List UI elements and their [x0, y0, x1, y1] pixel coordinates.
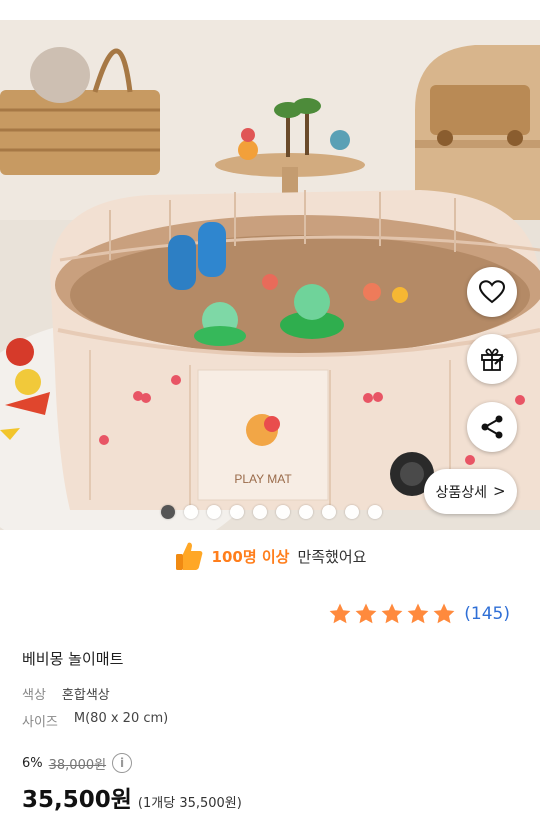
carousel-dot[interactable] [161, 505, 175, 519]
star-icon [433, 603, 455, 624]
option-size-label: 사이즈 [22, 715, 58, 730]
star-icon [329, 603, 351, 624]
option-size-value: M(80 x 20 cm) [73, 711, 169, 726]
satisfaction-count: 100명 이상 [211, 547, 290, 566]
option-size: 사이즈 M(80 x 20 cm) [22, 711, 168, 730]
carousel-dots [161, 505, 382, 519]
product-detail-button[interactable]: 상품상세 > [424, 469, 517, 514]
like-button[interactable] [467, 267, 517, 317]
carousel-dot[interactable] [299, 505, 313, 519]
sale-price: 35,500원 [22, 787, 132, 813]
gift-button[interactable] [467, 334, 517, 384]
heart-icon [479, 280, 505, 304]
product-detail-label: 상품상세 [435, 484, 487, 501]
product-name: 베비몽 놀이매트 [22, 650, 124, 668]
price-row: 35,500원 (1개당 35,500원) [22, 780, 242, 814]
carousel-dot[interactable] [253, 505, 267, 519]
original-price: 38,000원 [48, 757, 107, 773]
discount-rate: 6% [22, 755, 43, 771]
gift-icon [481, 348, 504, 371]
star-icon [407, 603, 429, 624]
satisfaction-message: 만족했어요 [297, 547, 367, 566]
play-mat-label: PLAY MAT [234, 472, 292, 486]
satisfaction-banner: 100명 이상 만족했어요 [0, 536, 540, 576]
carousel-dot[interactable] [322, 505, 336, 519]
discount-row: 6% 38,000원 i [22, 753, 133, 773]
share-icon [481, 415, 503, 439]
rating-summary[interactable]: (145) [328, 602, 510, 626]
review-count-link[interactable]: (145) [464, 604, 510, 624]
unit-price: (1개당 35,500원) [137, 796, 242, 811]
product-image[interactable]: PLAY MAT [0, 20, 540, 530]
carousel-dot[interactable] [207, 505, 221, 519]
carousel-dot[interactable] [230, 505, 244, 519]
carousel-dot[interactable] [276, 505, 290, 519]
top-bar [0, 0, 540, 20]
chevron-right-icon: > [492, 482, 506, 500]
option-color-label: 색상 [22, 688, 46, 703]
option-color-value: 혼합색상 [61, 688, 110, 703]
thumbs-up-icon [175, 542, 202, 570]
carousel-dot[interactable] [184, 505, 198, 519]
info-icon[interactable]: i [112, 753, 133, 773]
share-button[interactable] [467, 402, 517, 452]
option-color: 색상 혼합색상 [22, 684, 110, 703]
carousel-dot[interactable] [345, 505, 359, 519]
carousel-dot[interactable] [368, 505, 382, 519]
star-icon [381, 603, 403, 624]
star-icon [355, 603, 377, 624]
